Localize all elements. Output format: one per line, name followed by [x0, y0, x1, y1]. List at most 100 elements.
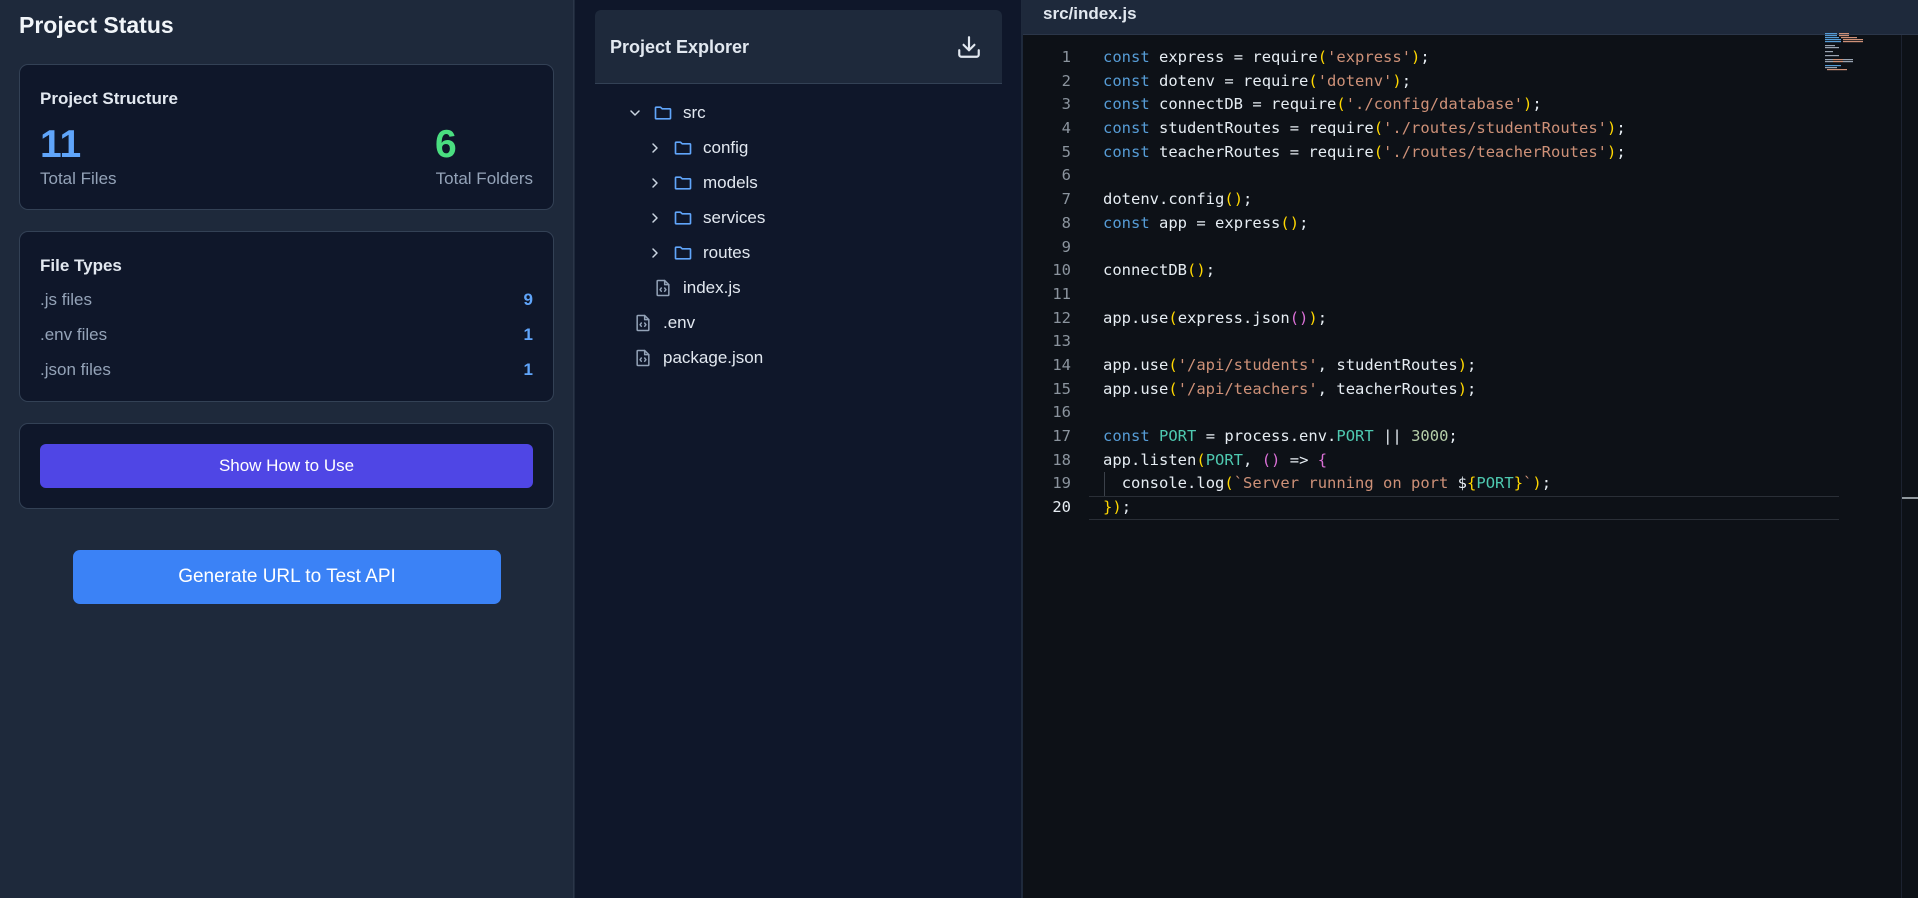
line-number: 18 — [1052, 450, 1071, 469]
code-editor[interactable]: src/index.js 1 const express = require('e… — [1023, 0, 1918, 898]
file-code-icon — [652, 277, 674, 299]
tree-label: src — [683, 103, 706, 122]
tree-label: .env — [663, 313, 696, 332]
code-text: console.log(`Server running on port ${PO… — [1121, 474, 1552, 493]
scrollbar[interactable] — [1901, 35, 1902, 898]
card-title: Project Structure — [40, 89, 178, 108]
code-line[interactable]: 16 — [1023, 401, 1918, 425]
folder-icon — [672, 242, 694, 264]
project-status-panel: Project Status Project Structure 11 Tota… — [0, 0, 574, 898]
code-area[interactable]: 1 const express = require('express'); 2 con… — [1023, 46, 1918, 521]
code-text: app.use(express.json()); — [1103, 308, 1328, 327]
code-text: const studentRoutes = require('./routes/… — [1103, 119, 1626, 138]
file-type-row: .env files 1 — [40, 325, 533, 349]
code-line[interactable]: 4 const studentRoutes = require('./routes… — [1023, 117, 1918, 141]
code-line[interactable]: 18 app.listen(PORT, () => { — [1023, 449, 1918, 473]
tree-file-package-json[interactable]: package.json — [624, 344, 763, 372]
total-files-label: Total Files — [40, 169, 117, 188]
code-line[interactable]: 17 const PORT = process.env.PORT || 3000; — [1023, 425, 1918, 449]
line-number: 20 — [1052, 498, 1071, 517]
total-folders-label: Total Folders — [435, 169, 533, 188]
show-how-to-use-button[interactable]: Show How to Use — [40, 444, 533, 488]
code-line[interactable]: 14 app.use('/api/students', studentRoutes… — [1023, 354, 1918, 378]
code-line[interactable]: 5 const teacherRoutes = require('./routes… — [1023, 141, 1918, 165]
code-text: app.use('/api/teachers', teacherRoutes); — [1103, 379, 1477, 398]
file-type-name: .json files — [40, 360, 111, 379]
code-line[interactable]: 19 console.log(`Server running on port $… — [1023, 472, 1918, 497]
code-line[interactable]: 6 — [1023, 164, 1918, 188]
current-line-highlight — [1089, 496, 1839, 521]
code-text: const teacherRoutes = require('./routes/… — [1103, 142, 1626, 161]
line-number: 3 — [1061, 95, 1071, 114]
chevron-right-icon — [644, 207, 666, 229]
line-number: 5 — [1061, 142, 1071, 161]
line-number: 14 — [1052, 355, 1071, 374]
line-number: 1 — [1061, 48, 1071, 66]
code-line[interactable]: 7 dotenv.config(); — [1023, 188, 1918, 212]
code-text: const PORT = process.env.PORT || 3000; — [1103, 427, 1458, 445]
file-type-row: .js files 9 — [40, 290, 533, 314]
explorer-header: Project Explorer — [595, 10, 1002, 84]
line-number: 19 — [1052, 474, 1071, 493]
tree-folder-routes[interactable]: routes — [644, 239, 750, 267]
tree-file-env[interactable]: .env — [624, 309, 695, 337]
tree-folder-config[interactable]: config — [644, 134, 748, 162]
tree-label: models — [703, 173, 758, 192]
total-files-count: 11 — [40, 123, 82, 166]
line-number: 9 — [1061, 237, 1071, 256]
code-line[interactable]: 1 const express = require('express'); — [1023, 46, 1918, 70]
code-line[interactable]: 3 const connectDB = require('./config/dat… — [1023, 93, 1918, 117]
file-type-name: .js files — [40, 290, 92, 309]
panel-title: Project Status — [19, 12, 174, 38]
code-line[interactable]: 13 — [1023, 330, 1918, 354]
file-types-card: File Types .js files 9 .env files 1 .jso… — [19, 231, 554, 402]
code-line[interactable]: 11 — [1023, 283, 1918, 307]
file-code-icon — [632, 347, 654, 369]
file-type-name: .env files — [40, 325, 108, 344]
download-icon[interactable] — [956, 34, 982, 60]
code-line[interactable]: 2 const dotenv = require('dotenv'); — [1023, 70, 1918, 94]
editor-file-path: src/index.js — [1043, 4, 1137, 23]
folder-icon — [672, 137, 694, 159]
code-text: connectDB(); — [1103, 261, 1216, 280]
tree-file-index-js[interactable]: index.js — [644, 274, 741, 302]
explorer-title: Project Explorer — [610, 37, 750, 57]
tree-folder-models[interactable]: models — [644, 169, 758, 197]
line-number: 12 — [1052, 308, 1071, 327]
code-text: }); — [1103, 498, 1132, 517]
chevron-right-icon — [644, 137, 666, 159]
total-folders-count: 6 — [435, 123, 457, 166]
code-line[interactable]: 20}); — [1023, 496, 1918, 521]
tree-folder-src[interactable]: src — [624, 99, 706, 127]
code-line[interactable]: 12 app.use(express.json()); — [1023, 307, 1918, 331]
line-number: 7 — [1061, 190, 1071, 209]
file-type-count: 1 — [523, 360, 533, 379]
code-line[interactable]: 9 — [1023, 236, 1918, 260]
project-structure-card: Project Structure 11 Total Files 6 Total… — [19, 64, 554, 210]
card-title: File Types — [40, 256, 122, 275]
line-number: 10 — [1052, 261, 1071, 280]
code-line[interactable]: 8 const app = express(); — [1023, 212, 1918, 236]
generate-url-button[interactable]: Generate URL to Test API — [73, 550, 501, 604]
tree-folder-services[interactable]: services — [644, 204, 765, 232]
line-number: 16 — [1052, 403, 1071, 422]
editor-tab[interactable]: src/index.js — [1023, 0, 1918, 35]
line-number: 2 — [1061, 71, 1071, 90]
line-number: 6 — [1061, 166, 1071, 185]
code-line[interactable]: 10 connectDB(); — [1023, 259, 1918, 283]
chevron-right-icon — [644, 172, 666, 194]
tree-label: package.json — [663, 348, 764, 367]
file-type-count: 9 — [523, 290, 533, 309]
code-text: const express = require('express'); — [1103, 48, 1430, 66]
minimap[interactable] — [1823, 32, 1883, 72]
code-text: const dotenv = require('dotenv'); — [1103, 71, 1412, 90]
tree-label: config — [703, 138, 749, 157]
chevron-right-icon — [644, 242, 666, 264]
scrollbar-position-marker — [1902, 497, 1918, 499]
code-text: dotenv.config(); — [1103, 190, 1253, 209]
code-text: const app = express(); — [1103, 213, 1309, 232]
line-number: 11 — [1052, 284, 1071, 303]
folder-icon — [652, 102, 674, 124]
project-explorer-panel: Project Explorer src config models servi… — [575, 0, 1022, 898]
code-line[interactable]: 15 app.use('/api/teachers', teacherRoutes… — [1023, 378, 1918, 402]
